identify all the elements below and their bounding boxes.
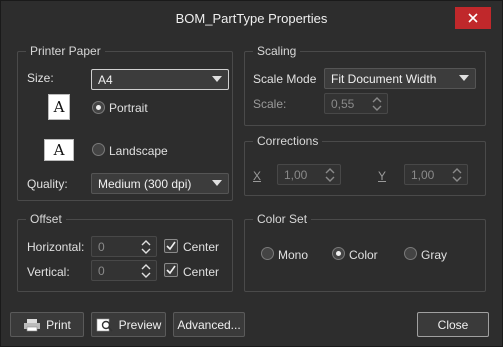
spin-arrows-icon[interactable]	[141, 240, 151, 254]
quality-value: Medium (300 dpi)	[98, 176, 192, 191]
color-label[interactable]: Color	[349, 248, 378, 262]
window-close-button[interactable]	[455, 7, 491, 29]
spin-arrows-icon[interactable]	[325, 168, 335, 182]
quality-label: Quality:	[27, 177, 68, 191]
scaling-title: Scaling	[253, 44, 301, 58]
spin-arrows-icon[interactable]	[141, 264, 151, 278]
landscape-page-icon: A	[44, 139, 74, 161]
advanced-label: Advanced...	[177, 317, 241, 332]
scale-mode-select[interactable]: Fit Document Width	[324, 68, 476, 89]
quality-select[interactable]: Medium (300 dpi)	[91, 173, 229, 194]
horizontal-label: Horizontal:	[27, 240, 85, 254]
title-bar: BOM_PartType Properties	[1, 1, 502, 37]
vertical-label: Vertical:	[27, 265, 70, 279]
portrait-page-glyph: A	[53, 98, 65, 116]
vertical-offset-value: 0	[98, 263, 105, 278]
preview-label: Preview	[118, 317, 162, 332]
size-label: Size:	[27, 71, 54, 85]
horizontal-offset-input[interactable]: 0	[91, 236, 157, 257]
horizontal-center-label[interactable]: Center	[183, 240, 219, 254]
printer-paper-title: Printer Paper	[26, 44, 105, 58]
checkmark-icon	[166, 241, 176, 251]
x-correction-input[interactable]: 1,00	[277, 164, 341, 185]
horizontal-center-checkbox[interactable]	[164, 239, 178, 253]
gray-radio[interactable]	[404, 247, 417, 260]
scale-label: Scale:	[253, 97, 287, 111]
y-correction-label: Y	[378, 169, 387, 183]
landscape-radio[interactable]	[92, 143, 105, 156]
mono-radio[interactable]	[261, 247, 274, 260]
preview-button[interactable]: Preview	[91, 312, 166, 337]
scale-value: 0,55	[331, 96, 355, 111]
chevron-down-icon	[459, 75, 469, 81]
gray-label[interactable]: Gray	[421, 248, 447, 262]
properties-dialog: BOM_PartType Properties Printer Paper Si…	[0, 0, 503, 347]
mono-label[interactable]: Mono	[278, 248, 308, 262]
scale-input[interactable]: 0,55	[324, 93, 388, 114]
printer-icon	[24, 318, 41, 331]
chevron-down-icon	[212, 180, 222, 186]
x-correction-value: 1,00	[284, 167, 308, 182]
y-correction-input[interactable]: 1,00	[404, 164, 468, 185]
portrait-radio[interactable]	[92, 101, 105, 114]
close-icon	[468, 13, 478, 23]
x-correction-label: X	[253, 169, 262, 183]
horizontal-offset-value: 0	[98, 239, 105, 254]
color-set-title: Color Set	[253, 212, 312, 226]
corrections-title: Corrections	[253, 134, 323, 148]
advanced-button[interactable]: Advanced...	[173, 312, 245, 337]
spin-arrows-icon[interactable]	[372, 97, 382, 111]
vertical-center-label[interactable]: Center	[183, 265, 219, 279]
size-value: A4	[98, 72, 113, 87]
spin-arrows-icon[interactable]	[452, 168, 462, 182]
print-button[interactable]: Print	[10, 312, 84, 337]
portrait-page-icon: A	[48, 94, 70, 120]
scale-mode-value: Fit Document Width	[331, 71, 437, 86]
close-label: Close	[437, 317, 469, 332]
checkmark-icon	[166, 265, 176, 275]
chevron-down-icon	[212, 76, 222, 82]
close-button[interactable]: Close	[417, 312, 489, 337]
size-select[interactable]: A4	[91, 69, 229, 90]
portrait-label[interactable]: Portrait	[109, 101, 148, 115]
vertical-offset-input[interactable]: 0	[91, 260, 157, 281]
preview-icon	[96, 318, 113, 332]
offset-title: Offset	[26, 212, 66, 226]
landscape-label[interactable]: Landscape	[109, 144, 168, 158]
landscape-page-glyph: A	[53, 141, 65, 159]
vertical-center-checkbox[interactable]	[164, 263, 178, 277]
scale-mode-label: Scale Mode	[253, 72, 317, 86]
window-title: BOM_PartType Properties	[175, 11, 328, 26]
print-label: Print	[46, 317, 71, 332]
color-radio[interactable]	[332, 247, 345, 260]
y-correction-value: 1,00	[411, 167, 435, 182]
